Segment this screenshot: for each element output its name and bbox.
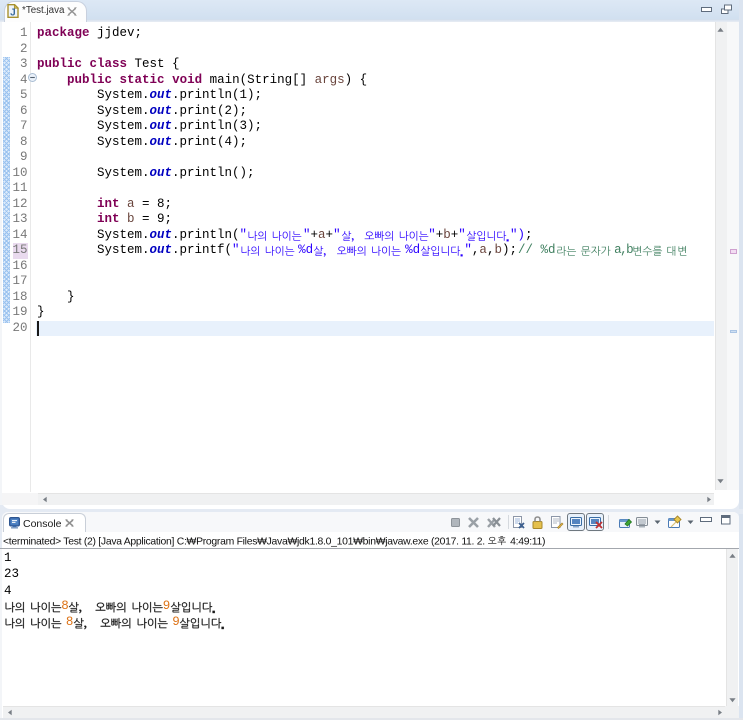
svg-text:J: J (10, 8, 16, 18)
